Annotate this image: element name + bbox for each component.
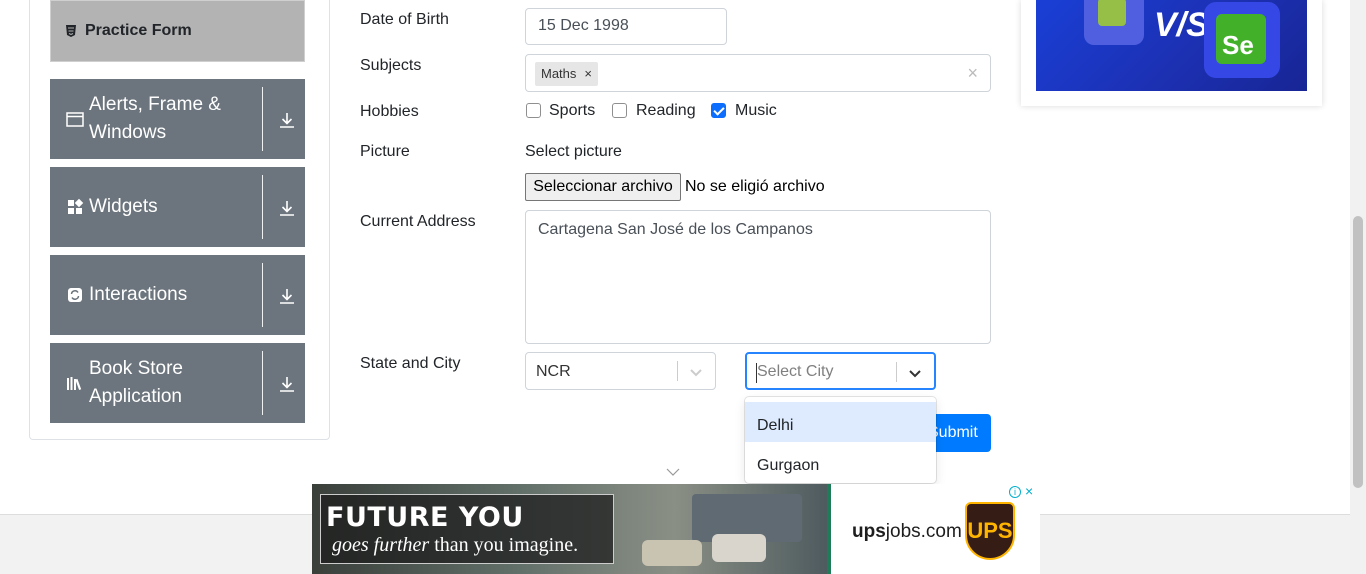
- scrollbar-thumb[interactable]: [1353, 216, 1363, 488]
- ups-logo-icon: UPS: [965, 502, 1015, 560]
- ad-url[interactable]: upsjobs.com: [852, 521, 962, 543]
- dob-label: Date of Birth: [360, 11, 449, 28]
- ad-car-shape: [642, 540, 702, 566]
- sidebar-item-label: Practice Form: [85, 22, 192, 39]
- subjects-input[interactable]: Maths × ×: [525, 54, 991, 92]
- city-option-delhi[interactable]: Delhi: [745, 402, 936, 442]
- chevron-down-icon[interactable]: [689, 365, 703, 379]
- hobbies-label: Hobbies: [360, 103, 419, 120]
- ad-tagline-italic: goes further: [332, 534, 430, 556]
- page: Practice Form Alerts, Frame & Windows Wi…: [0, 0, 1366, 574]
- subjects-label: Subjects: [360, 57, 422, 74]
- chip-remove-icon[interactable]: ×: [584, 66, 592, 86]
- sidebar-group-book-store[interactable]: Book Store Application: [50, 343, 305, 423]
- state-city-label: State and City: [360, 355, 461, 372]
- sidebar-group-label: Book Store Application: [89, 358, 183, 407]
- selenium-logo-text: Se: [1216, 14, 1266, 64]
- city-select[interactable]: Select City: [745, 352, 936, 390]
- hobby-reading-label[interactable]: Reading: [636, 102, 696, 120]
- subject-chip: Maths ×: [535, 62, 598, 86]
- ad-car-shape: [712, 534, 766, 562]
- hobby-sports-label[interactable]: Sports: [549, 102, 595, 120]
- picture-label: Picture: [360, 143, 410, 160]
- shopify-logo-icon: [1084, 0, 1144, 45]
- html5-icon: [66, 25, 76, 37]
- clear-icon[interactable]: ×: [967, 63, 978, 84]
- address-label: Current Address: [360, 213, 476, 230]
- current-address-textarea[interactable]: Cartagena San José de los Campanos: [525, 210, 991, 344]
- hobby-music-label[interactable]: Music: [735, 102, 777, 120]
- sidebar-group-interactions[interactable]: Interactions: [50, 255, 305, 335]
- divider: [262, 175, 263, 239]
- download-icon[interactable]: [278, 199, 296, 217]
- ad-url-bold: ups: [852, 521, 886, 542]
- hobby-sports-checkbox[interactable]: [526, 103, 541, 118]
- sidebar-item-practice-form[interactable]: Practice Form: [50, 0, 305, 62]
- file-status: No se eligió archivo: [685, 178, 825, 195]
- side-ad-banner[interactable]: V/S Se: [1036, 0, 1307, 91]
- choose-file-button[interactable]: Seleccionar archivo: [525, 173, 681, 201]
- dob-input[interactable]: 15 Dec 1998: [525, 8, 727, 45]
- chevron-down-icon: [666, 468, 680, 476]
- window-icon: [66, 112, 84, 127]
- chevron-down-icon[interactable]: [908, 366, 922, 380]
- download-icon[interactable]: [278, 287, 296, 305]
- sidebar-group-label: Alerts, Frame & Windows: [89, 94, 221, 143]
- ad-url-rest: jobs.com: [885, 521, 962, 542]
- city-option-gurgaon[interactable]: Gurgaon: [745, 442, 936, 482]
- versus-text: V/S: [1154, 6, 1209, 44]
- divider: [262, 87, 263, 151]
- interactions-icon: [68, 288, 82, 302]
- bottom-ad[interactable]: FUTURE YOU goes further than you imagine…: [312, 484, 1040, 574]
- sidebar-group-widgets[interactable]: Widgets: [50, 167, 305, 247]
- download-icon[interactable]: [278, 375, 296, 393]
- ad-tagline: goes further than you imagine.: [332, 534, 578, 557]
- download-icon[interactable]: [278, 111, 296, 129]
- state-value: NCR: [536, 363, 571, 380]
- ad-info-icon[interactable]: i: [1009, 486, 1021, 498]
- divider: [677, 361, 678, 381]
- ad-headline: FUTURE YOU: [326, 502, 524, 533]
- widgets-icon: [68, 198, 84, 214]
- hobby-music-checkbox[interactable]: [711, 103, 726, 118]
- subject-chip-label: Maths: [541, 66, 577, 81]
- sidebar-group-alerts[interactable]: Alerts, Frame & Windows: [50, 79, 305, 159]
- state-select[interactable]: NCR: [525, 352, 716, 390]
- divider: [262, 351, 263, 415]
- picture-hint: Select picture: [525, 143, 622, 160]
- city-placeholder: Select City: [757, 363, 834, 380]
- sidebar-group-label: Widgets: [89, 196, 158, 217]
- selenium-logo-icon: Se: [1204, 2, 1280, 78]
- side-ad[interactable]: V/S Se: [1021, 0, 1322, 106]
- city-dropdown-menu: Delhi Gurgaon: [745, 397, 936, 483]
- books-icon: [67, 377, 82, 390]
- hobby-reading-checkbox[interactable]: [612, 103, 627, 118]
- ad-image: FUTURE YOU goes further than you imagine…: [312, 484, 830, 574]
- ad-close-icon[interactable]: ×: [1025, 484, 1038, 498]
- divider: [896, 362, 897, 382]
- sidebar-group-label: Interactions: [89, 284, 188, 305]
- scrollbar[interactable]: [1350, 0, 1366, 574]
- ad-tagline-rest: than you imagine.: [429, 534, 579, 556]
- ad-divider: [827, 484, 831, 574]
- divider: [262, 263, 263, 327]
